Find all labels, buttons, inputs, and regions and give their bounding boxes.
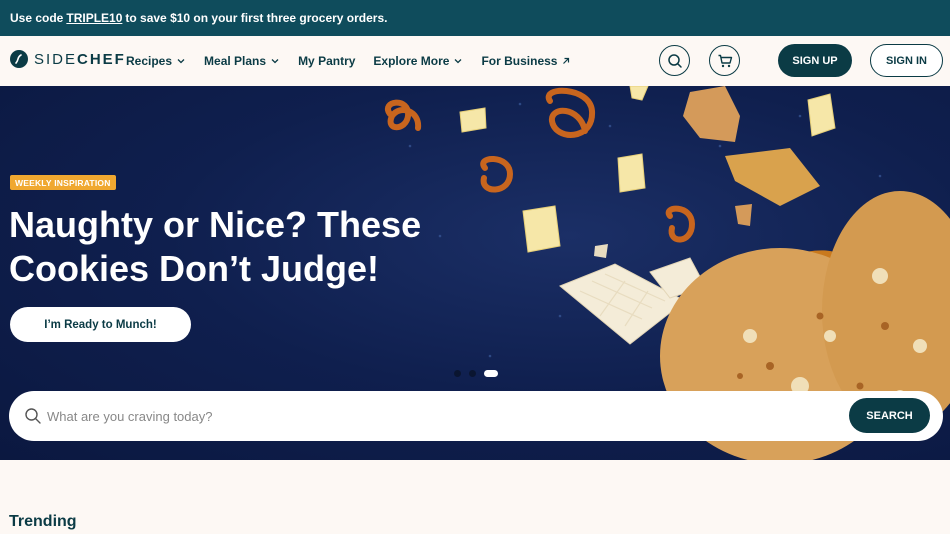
menu-item-meal-plans[interactable]: Meal Plans — [204, 54, 280, 68]
search-input[interactable] — [47, 401, 827, 431]
trending-heading: Trending — [9, 513, 77, 530]
arrow-up-right-icon — [563, 57, 570, 64]
search-icon — [25, 408, 41, 424]
menu-item-for-business[interactable]: For Business — [481, 54, 571, 68]
cart-icon — [718, 54, 732, 67]
cart-button[interactable] — [709, 45, 740, 76]
promo-prefix: Use code — [10, 11, 64, 25]
top-navigation: SIDECHEF Recipes Meal Plans My Pantry Ex… — [0, 36, 950, 86]
sign-up-button[interactable]: SIGN UP — [778, 44, 852, 77]
logo-text: SIDECHEF — [34, 50, 126, 68]
search-submit-button[interactable]: SEARCH — [849, 398, 930, 433]
menu-item-label: For Business — [481, 54, 558, 68]
hero-headline: Naughty or Nice? These Cookies Don’t Jud… — [9, 204, 422, 289]
menu-item-label: Explore More — [373, 54, 450, 68]
main-menu: Recipes Meal Plans My Pantry Explore Mor… — [126, 36, 589, 86]
sidechef-logo[interactable]: SIDECHEF — [10, 50, 126, 68]
search-icon — [667, 53, 682, 68]
menu-item-label: Recipes — [126, 54, 173, 68]
chevron-down-icon — [454, 59, 462, 64]
menu-item-label: Meal Plans — [204, 54, 267, 68]
carousel-dot[interactable] — [469, 370, 476, 377]
search-button[interactable] — [659, 45, 690, 76]
sign-in-button[interactable]: SIGN IN — [870, 44, 943, 77]
menu-item-recipes[interactable]: Recipes — [126, 54, 186, 68]
promo-suffix: to save $10 on your first three grocery … — [125, 11, 388, 25]
carousel-dot[interactable] — [454, 370, 461, 377]
recipe-search-bar: SEARCH — [9, 391, 943, 441]
carousel-dots — [454, 370, 498, 377]
weekly-inspiration-badge: WEEKLY INSPIRATION — [10, 175, 116, 190]
chevron-down-icon — [271, 59, 279, 64]
logo-icon — [10, 50, 28, 68]
menu-item-label: My Pantry — [298, 54, 356, 68]
promo-banner: Use code TRIPLE10 to save $10 on your fi… — [0, 0, 950, 36]
hero-cta-button[interactable]: I’m Ready to Munch! — [10, 307, 191, 342]
chevron-down-icon — [177, 59, 185, 64]
menu-item-my-pantry[interactable]: My Pantry — [298, 54, 355, 68]
promo-code[interactable]: TRIPLE10 — [66, 11, 122, 25]
carousel-dot-active[interactable] — [484, 370, 498, 377]
menu-item-explore-more[interactable]: Explore More — [373, 54, 463, 68]
